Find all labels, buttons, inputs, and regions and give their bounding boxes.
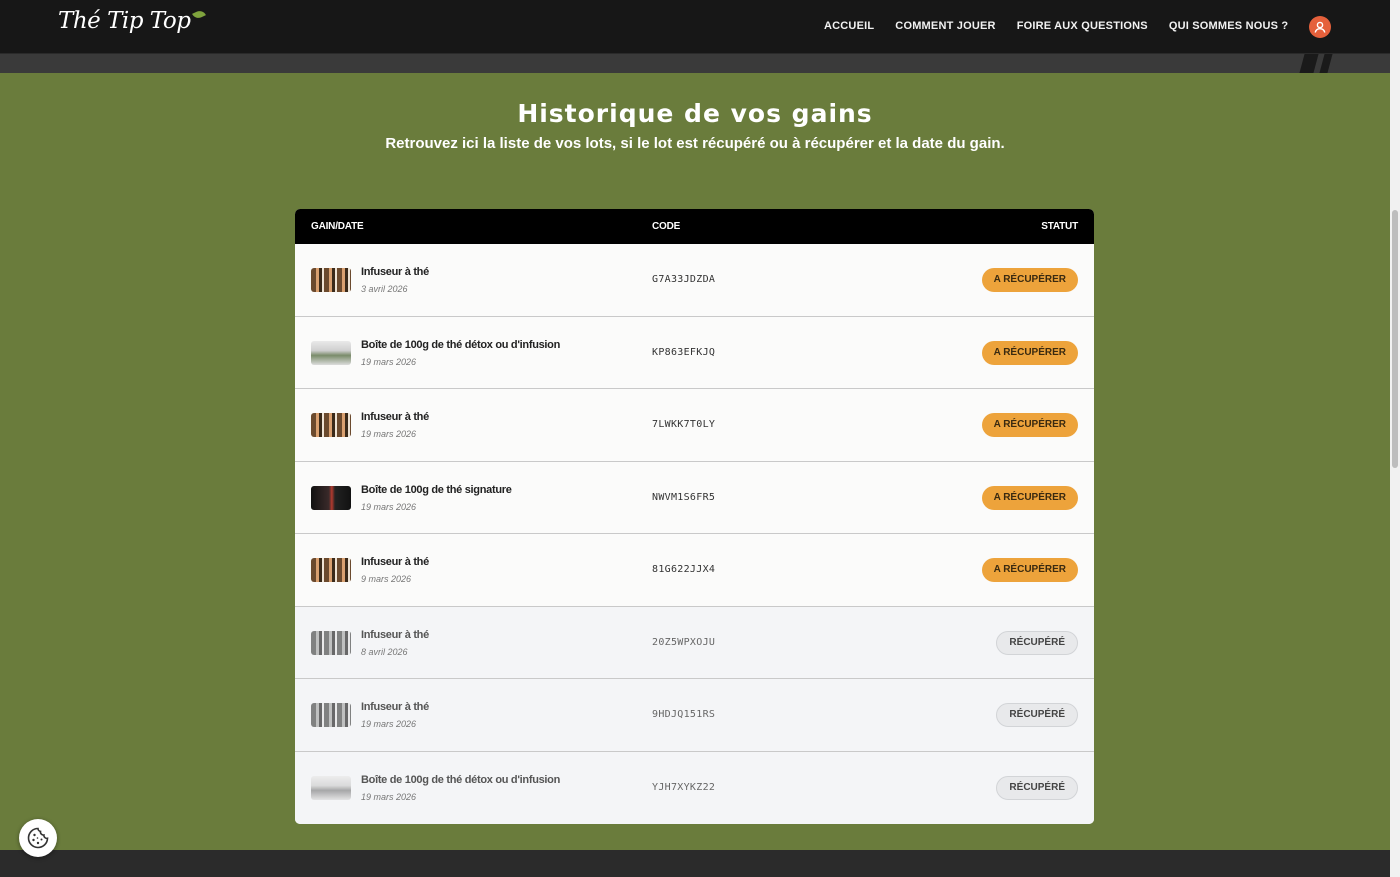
logo-text: Thé Tip Top — [58, 8, 191, 34]
prize-name: Boîte de 100g de thé détox ou d'infusion — [361, 338, 561, 351]
table-header: GAIN/DATE CODE STATUT — [295, 209, 1094, 244]
column-header-statut: STATUT — [1041, 221, 1078, 232]
prize-date: 8 avril 2026 — [361, 646, 408, 657]
status-badge[interactable]: A RÉCUPÉRER — [981, 268, 1078, 292]
user-account-button[interactable] — [1309, 16, 1331, 38]
status-badge[interactable]: A RÉCUPÉRER — [981, 413, 1078, 437]
prize-thumbnail — [311, 558, 351, 582]
nav-faq[interactable]: FOIRE AUX QUESTIONS — [1017, 20, 1148, 32]
column-header-gain-date: GAIN/DATE — [311, 221, 364, 232]
table-row: Infuseur à thé 19 mars 2026 9HDJQ151RS RÉCU… — [295, 679, 1094, 752]
prize-code: NWVM1S6FR5 — [652, 491, 716, 503]
status-badge: RÉCUPÉRÉ — [996, 703, 1078, 727]
prize-code: 7LWKK7T0LY — [652, 419, 716, 430]
leaf-icon — [192, 8, 207, 21]
footer — [0, 850, 1390, 877]
scrollbar-thumb[interactable] — [1392, 210, 1398, 468]
status-badge: RÉCUPÉRÉ — [996, 775, 1078, 800]
table-row: Infuseur à thé 3 avril 2026 G7A33JDZDA A RÉ… — [295, 244, 1094, 317]
page-scrollbar[interactable] — [1390, 0, 1400, 877]
prize-code: 20Z5WPXOJU — [652, 636, 716, 648]
status-badge[interactable]: A RÉCUPÉRER — [981, 558, 1078, 582]
page-subtitle: Retrouvez ici la liste de vos lots, si l… — [385, 135, 1005, 152]
prize-date: 19 mars 2026 — [361, 719, 417, 729]
prize-code: YJH7XYKZ22 — [652, 781, 716, 793]
prize-name: Boîte de 100g de thé signature — [361, 483, 512, 496]
table-row: Infuseur à thé 9 mars 2026 81G622JJX4 A RÉC… — [295, 534, 1094, 607]
nav-accueil[interactable]: ACCUEIL — [824, 20, 874, 32]
prize-thumbnail — [311, 268, 351, 292]
user-icon — [1314, 21, 1326, 33]
gains-table: GAIN/DATE CODE STATUT Infuseur à thé 3 av… — [295, 209, 1094, 824]
header-divider — [0, 54, 1390, 73]
prize-name: Boîte de 100g de thé détox ou d'infusion — [361, 773, 561, 786]
table-row: Infuseur à thé 19 mars 2026 7LWKK7T0LY A RÉ… — [295, 389, 1094, 462]
site-logo[interactable]: Thé Tip Top — [58, 8, 207, 34]
main-content: Historique de vos gains Retrouvez ici la… — [0, 73, 1390, 850]
cookie-icon — [27, 827, 49, 849]
prize-thumbnail — [311, 703, 351, 727]
table-row: Boîte de 100g de thé détox ou d'infusion… — [295, 751, 1094, 824]
prize-date: 9 mars 2026 — [361, 574, 412, 584]
prize-date: 19 mars 2026 — [361, 356, 417, 367]
column-header-code: CODE — [652, 221, 681, 232]
prize-date: 19 mars 2026 — [361, 501, 417, 512]
prize-thumbnail — [311, 630, 351, 655]
nav-comment-jouer[interactable]: COMMENT JOUER — [895, 20, 995, 32]
prize-code: KP863EFKJQ — [652, 346, 716, 358]
table-row: Boîte de 100g de thé détox ou d'infusion… — [295, 316, 1094, 389]
prize-thumbnail — [311, 340, 351, 365]
prize-name: Infuseur à thé — [361, 628, 429, 641]
prize-code: 81G622JJX4 — [652, 564, 716, 575]
prize-thumbnail — [311, 485, 351, 510]
prize-code: 9HDJQ151RS — [652, 709, 716, 720]
table-row: Boîte de 100g de thé signature 19 mars 20… — [295, 461, 1094, 534]
prize-thumbnail — [311, 775, 351, 800]
status-badge[interactable]: A RÉCUPÉRER — [981, 485, 1078, 510]
top-navbar: Thé Tip Top ACCUEIL COMMENT JOUER FOIRE … — [0, 0, 1390, 54]
status-badge[interactable]: A RÉCUPÉRER — [981, 340, 1078, 365]
prize-code: G7A33JDZDA — [652, 274, 716, 285]
prize-date: 19 mars 2026 — [361, 791, 417, 802]
nav-qui-sommes-nous[interactable]: QUI SOMMES NOUS ? — [1169, 20, 1289, 32]
page-title: Historique de vos gains — [517, 99, 873, 128]
prize-date: 19 mars 2026 — [361, 429, 417, 439]
table-row: Infuseur à thé 8 avril 2026 20Z5WPXOJU RÉCU… — [295, 606, 1094, 679]
prize-name: Infuseur à thé — [361, 556, 429, 568]
prize-name: Infuseur à thé — [361, 701, 429, 713]
prize-name: Infuseur à thé — [361, 411, 429, 423]
prize-date: 3 avril 2026 — [361, 284, 408, 294]
cookie-settings-button[interactable] — [19, 819, 57, 857]
status-badge: RÉCUPÉRÉ — [996, 630, 1078, 655]
prize-name: Infuseur à thé — [361, 266, 429, 278]
main-nav: ACCUEIL COMMENT JOUER FOIRE AUX QUESTION… — [824, 20, 1309, 32]
prize-thumbnail — [311, 413, 351, 437]
